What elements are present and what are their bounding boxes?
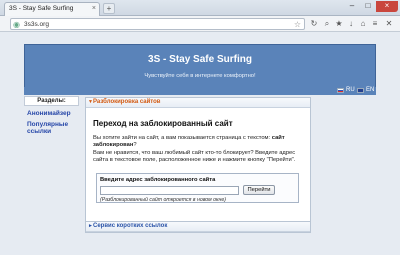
- tab-title: 3S - Stay Safe Surfing: [9, 5, 74, 12]
- go-button[interactable]: Перейти: [243, 185, 275, 195]
- globe-icon: ◉: [13, 20, 20, 29]
- bookmarks-icon[interactable]: ★: [334, 19, 344, 29]
- url-input-label: Введите адрес заблокированного сайта: [100, 177, 216, 183]
- para1-text: Вы хотите зайти на сайт, а вам показывае…: [93, 135, 272, 141]
- tab-close-icon[interactable]: ×: [92, 5, 96, 12]
- maximize-button[interactable]: □: [360, 1, 376, 12]
- lang-ru-link[interactable]: RU: [346, 87, 355, 93]
- sidebar-item-anonymizer[interactable]: Анонимайзер: [27, 110, 84, 117]
- site-subtitle: Чувствуйте себя в интернете комфортно!: [144, 73, 256, 79]
- search-icon[interactable]: ⌕: [322, 19, 332, 29]
- bookmark-star-icon[interactable]: ☆: [294, 19, 301, 30]
- para1-end: ?: [133, 142, 137, 149]
- panel-title: Разблокировка сайтов: [93, 99, 161, 105]
- home-icon[interactable]: ⌂: [358, 19, 368, 29]
- browser-titlebar: 3S - Stay Safe Surfing × + – □ ×: [0, 0, 400, 16]
- language-bar: RU EN: [24, 87, 376, 95]
- main-panel: ▼ Разблокировка сайтов Переход на заблок…: [85, 97, 311, 231]
- sidebar-heading: Разделы:: [24, 96, 79, 106]
- short-links-panel[interactable]: ► Сервис коротких ссылок: [85, 221, 311, 233]
- extension-icon[interactable]: ✕: [384, 19, 394, 29]
- para2-text: Вам не нравится, что ваш любимый сайт кт…: [93, 149, 296, 164]
- url-text: 3s3s.org: [24, 21, 49, 28]
- minimize-button[interactable]: –: [344, 1, 360, 12]
- site-title: 3S - Stay Safe Surfing: [148, 54, 252, 65]
- collapse-arrow-icon: ▼: [88, 99, 93, 105]
- sidebar: Разделы: Анонимайзер Популярные ссылки: [24, 96, 84, 146]
- flag-en-icon[interactable]: [357, 88, 364, 93]
- content-text: Вы хотите зайти на сайт, а вам показывае…: [93, 135, 303, 165]
- reload-icon[interactable]: ↻: [309, 19, 319, 29]
- new-tab-button[interactable]: +: [103, 3, 115, 14]
- window-controls: – □ ×: [344, 1, 398, 12]
- address-bar[interactable]: ◉ 3s3s.org ☆: [10, 18, 305, 30]
- browser-tab[interactable]: 3S - Stay Safe Surfing ×: [4, 2, 100, 16]
- unblock-form: Введите адрес заблокированного сайта Пер…: [96, 173, 299, 203]
- browser-navbar: ◉ 3s3s.org ☆ ↻ ⌕ ★ ↓ ⌂ ≡ ✕: [0, 16, 400, 32]
- form-note: (Разблокированный сайт откроется в новом…: [100, 197, 226, 203]
- menu-icon[interactable]: ≡: [370, 19, 380, 29]
- web-page: 3S - Stay Safe Surfing Чувствуйте себя в…: [0, 32, 400, 255]
- sidebar-item-popular-links[interactable]: Популярные ссылки: [27, 121, 84, 135]
- flag-ru-icon[interactable]: [337, 88, 344, 93]
- download-icon[interactable]: ↓: [346, 19, 356, 29]
- panel-header[interactable]: ▼ Разблокировка сайтов: [86, 98, 310, 108]
- close-window-button[interactable]: ×: [376, 1, 398, 12]
- expand-arrow-icon: ►: [88, 223, 93, 229]
- lang-en-link[interactable]: EN: [366, 87, 374, 93]
- blocked-url-input[interactable]: [100, 186, 239, 195]
- short-links-header[interactable]: ► Сервис коротких ссылок: [86, 222, 310, 232]
- short-links-title: Сервис коротких ссылок: [93, 223, 168, 229]
- content-title: Переход на заблокированный сайт: [93, 119, 233, 128]
